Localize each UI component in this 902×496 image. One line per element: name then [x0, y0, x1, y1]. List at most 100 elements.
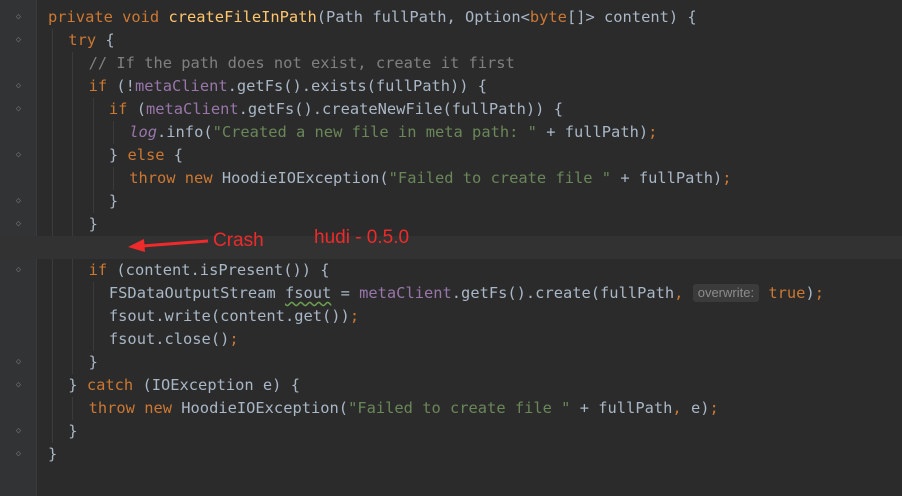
indent-guide	[52, 167, 53, 190]
code-token: throw new	[88, 399, 182, 417]
code-token: metaClient	[359, 284, 452, 302]
code-token: ;	[229, 330, 239, 348]
indent-guide	[52, 190, 53, 213]
indent-guide	[72, 213, 74, 236]
code-editor[interactable]: ◇ ◇ ◇ ◇ ◇ ◇ ◇ ◇ ◇ ◇ ◇ ◇ private void createFileInPa…	[0, 0, 902, 496]
code-token: else	[127, 146, 174, 164]
code-token: =	[331, 284, 360, 302]
code-token: + fullPath	[570, 399, 673, 417]
indent-guide	[72, 98, 74, 121]
code-token: ;	[349, 307, 360, 325]
code-token: try	[68, 31, 106, 49]
indent-guide	[72, 167, 74, 190]
indent-guide	[52, 213, 53, 236]
code-line[interactable]: fsout.close();	[0, 328, 902, 351]
crash-label: Crash	[213, 230, 264, 251]
code-token: ;	[648, 123, 658, 141]
code-token: HoodieIOException(	[221, 169, 389, 187]
code-token: if	[88, 261, 117, 279]
code-line[interactable]: // If the path does not exist, create it…	[0, 52, 902, 75]
indent-guide	[52, 420, 53, 443]
code-token: .getFs().createNewFile(fullPath)) {	[238, 100, 563, 118]
code-token: (IOException e) {	[142, 376, 300, 394]
code-token: .info(	[157, 123, 213, 141]
code-line[interactable]: }	[0, 190, 902, 213]
code-line[interactable]: private void createFileInPath(Path fullP…	[0, 6, 902, 29]
code-line[interactable]: }	[0, 420, 902, 443]
indent-guide	[52, 75, 53, 98]
code-line[interactable]: throw new HoodieIOException("Failed to c…	[0, 397, 902, 420]
code-token: true	[768, 284, 806, 302]
code-token: ;	[709, 399, 719, 417]
code-token: (Path fullPath, Option<	[316, 8, 530, 26]
code-line[interactable]: fsout.write(content.get());	[0, 305, 902, 328]
code-line[interactable]: }	[0, 443, 902, 466]
code-token: if	[108, 100, 137, 118]
code-token: private void	[48, 8, 169, 26]
code-token: }	[88, 215, 98, 233]
code-line[interactable]: if (content.isPresent()) {	[0, 259, 902, 282]
code-token: )	[805, 284, 815, 302]
code-token: HoodieIOException(	[181, 399, 349, 417]
indent-guide	[112, 167, 114, 190]
code-line[interactable]: log.info("Created a new file in meta pat…	[0, 121, 902, 144]
code-token: if	[88, 77, 117, 95]
code-token: .getFs().create(fullPath	[451, 284, 675, 302]
code-token: fsout.close()	[108, 330, 230, 348]
code-token: (content.isPresent()) {	[116, 261, 330, 279]
code-token: metaClient	[145, 100, 239, 118]
indent-guide	[92, 144, 94, 167]
indent-guide	[52, 144, 53, 167]
indent-guide	[52, 259, 53, 282]
code-token: // If the path does not exist, create it…	[88, 54, 515, 72]
code-line[interactable]: }	[0, 351, 902, 374]
indent-guide	[112, 121, 114, 144]
code-token: ;	[814, 284, 824, 302]
indent-guide	[52, 121, 53, 144]
crash-arrow-icon	[128, 239, 209, 252]
indent-guide	[92, 305, 94, 328]
code-token: fsout	[284, 284, 332, 302]
code-token: }	[88, 353, 98, 371]
code-token: + fullPath)	[536, 123, 649, 141]
code-line[interactable]: } else {	[0, 144, 902, 167]
indent-guide	[72, 190, 74, 213]
code-token: {	[173, 146, 184, 164]
indent-guide	[72, 282, 74, 305]
indent-guide	[52, 29, 53, 52]
code-token: FSDataOutputStream	[108, 284, 285, 302]
code-token: metaClient	[134, 77, 228, 95]
code-token: ;	[722, 169, 732, 187]
code-token: "Failed to create file "	[388, 169, 612, 187]
indent-guide	[92, 328, 94, 351]
code-token: }	[68, 422, 78, 440]
indent-guide	[92, 190, 94, 213]
code-line[interactable]: FSDataOutputStream fsout = metaClient.ge…	[0, 282, 902, 305]
code-line[interactable]: try {	[0, 29, 902, 52]
code-token: ,	[674, 284, 693, 302]
indent-guide	[52, 282, 53, 305]
code-token: (!	[116, 77, 135, 95]
indent-guide	[72, 52, 74, 75]
code-token: (	[136, 100, 146, 118]
code-line[interactable]: if (metaClient.getFs().createNewFile(ful…	[0, 98, 902, 121]
indent-guide	[92, 98, 94, 121]
code-line[interactable]: } catch (IOException e) {	[0, 374, 902, 397]
code-token: }	[108, 146, 128, 164]
code-token: []> content) {	[566, 8, 697, 26]
code-token: byte	[529, 8, 567, 26]
indent-guide	[52, 52, 53, 75]
code-token: }	[108, 192, 119, 210]
code-line[interactable]: }	[0, 213, 902, 236]
indent-guide	[92, 282, 94, 305]
indent-guide	[52, 397, 53, 420]
indent-guide	[72, 328, 74, 351]
indent-guide	[92, 121, 94, 144]
indent-guide	[72, 75, 74, 98]
code-line[interactable]: if (!metaClient.getFs().exists(fullPath)…	[0, 75, 902, 98]
code-token: catch	[86, 376, 143, 394]
indent-guide	[52, 351, 53, 374]
code-line[interactable]: throw new HoodieIOException("Failed to c…	[0, 167, 902, 190]
indent-guide	[92, 167, 94, 190]
